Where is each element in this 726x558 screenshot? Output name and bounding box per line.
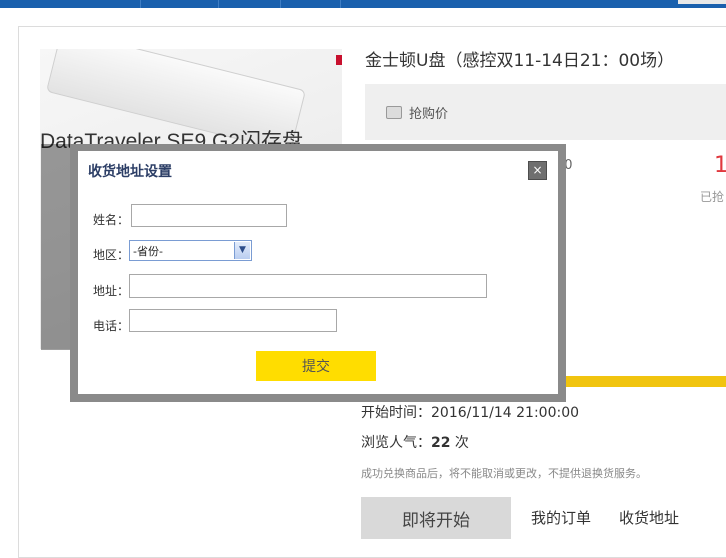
start-button[interactable]: 即将开始 — [361, 497, 511, 539]
close-icon[interactable]: × — [528, 161, 547, 180]
sold-count: 1 — [714, 153, 726, 178]
exchange-notice: 成功兑换商品后，将不能取消或更改，不提供退换货服务。 — [361, 467, 647, 480]
nav-divider — [280, 0, 281, 8]
dialog-title: 收货地址设置 — [88, 164, 172, 180]
province-select-value: -省份- — [133, 245, 163, 258]
nav-divider — [140, 0, 141, 8]
nav-divider — [340, 0, 341, 8]
nav-divider — [218, 0, 219, 8]
shipping-address-link[interactable]: 收货地址 — [619, 507, 679, 528]
price-label: 抢购价 — [409, 107, 449, 122]
region-label: 地区： — [93, 248, 130, 262]
view-count-unit: 次 — [450, 435, 469, 451]
view-count-value: 22 — [431, 435, 451, 451]
name-input[interactable] — [131, 204, 287, 227]
view-count-label: 浏览人气： — [361, 435, 431, 451]
view-count: 浏览人气：22 次 — [361, 432, 469, 452]
price-tag-icon — [386, 106, 402, 119]
price-box: 抢购价 — [365, 84, 726, 140]
address-dialog: 收货地址设置 × 姓名： 地区： -省份- ▼ 地址： 电话： 提交 — [78, 151, 558, 394]
phone-label: 电话： — [93, 319, 130, 333]
chevron-down-icon[interactable]: ▼ — [234, 242, 250, 259]
address-label: 地址： — [93, 284, 130, 298]
brand-logo-mark — [336, 55, 342, 65]
nav-search-box[interactable] — [678, 0, 726, 4]
province-select[interactable]: -省份- ▼ — [129, 240, 252, 261]
my-orders-link[interactable]: 我的订单 — [531, 507, 591, 528]
address-input[interactable] — [129, 274, 487, 298]
start-time: 开始时间：2016/11/14 21:00:00 — [361, 405, 580, 421]
product-title: 金士顿U盘（感控双11-14日21：00场） — [365, 51, 675, 71]
sold-label: 已抢 — [700, 190, 725, 204]
submit-button[interactable]: 提交 — [256, 351, 376, 381]
name-label: 姓名： — [93, 213, 130, 227]
phone-input[interactable] — [129, 309, 337, 332]
top-nav-bar — [0, 0, 726, 8]
